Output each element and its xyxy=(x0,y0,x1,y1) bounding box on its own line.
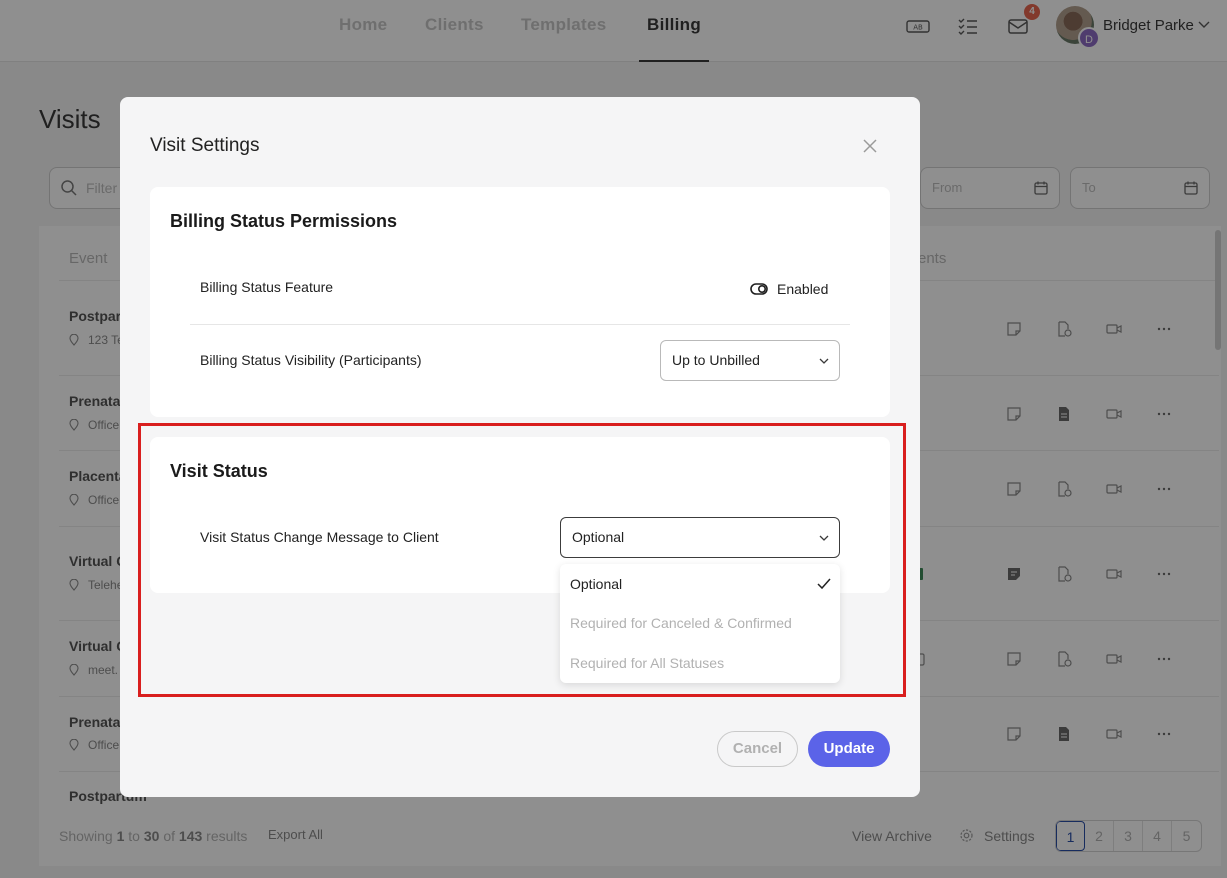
modal-title: Visit Settings xyxy=(150,135,260,156)
option-required-canceled-confirmed[interactable]: Required for Canceled & Confirmed xyxy=(570,615,792,631)
visit-settings-modal: Visit Settings Billing Status Permission… xyxy=(120,97,920,797)
billing-feature-toggle[interactable]: Enabled xyxy=(750,279,828,299)
billing-status-title: Billing Status Permissions xyxy=(170,211,398,231)
billing-visibility-select[interactable]: Up to Unbilled xyxy=(660,340,840,381)
visit-message-value: Optional xyxy=(572,529,625,545)
close-icon[interactable] xyxy=(861,137,879,155)
visit-message-label: Visit Status Change Message to Client xyxy=(200,529,439,545)
billing-feature-label: Billing Status Feature xyxy=(200,279,334,295)
section-divider xyxy=(190,324,850,325)
cancel-button[interactable]: Cancel xyxy=(717,731,798,767)
option-optional[interactable]: Optional xyxy=(570,576,622,592)
visit-message-dropdown: Optional Required for Canceled & Confirm… xyxy=(560,564,840,683)
chevron-down-icon xyxy=(819,535,829,541)
billing-visibility-label: Billing Status Visibility (Participants) xyxy=(200,352,422,368)
visit-status-title: Visit Status xyxy=(170,461,268,481)
toggle-icon xyxy=(750,283,768,295)
billing-status-card: Billing Status Permissions Billing Statu… xyxy=(150,187,890,417)
visit-message-select[interactable]: Optional xyxy=(560,517,840,558)
update-button[interactable]: Update xyxy=(808,731,890,767)
option-required-all-statuses[interactable]: Required for All Statuses xyxy=(570,655,724,671)
billing-visibility-value: Up to Unbilled xyxy=(672,352,760,368)
chevron-down-icon xyxy=(819,358,829,364)
checkmark-icon xyxy=(817,578,831,590)
billing-feature-state: Enabled xyxy=(777,281,829,297)
